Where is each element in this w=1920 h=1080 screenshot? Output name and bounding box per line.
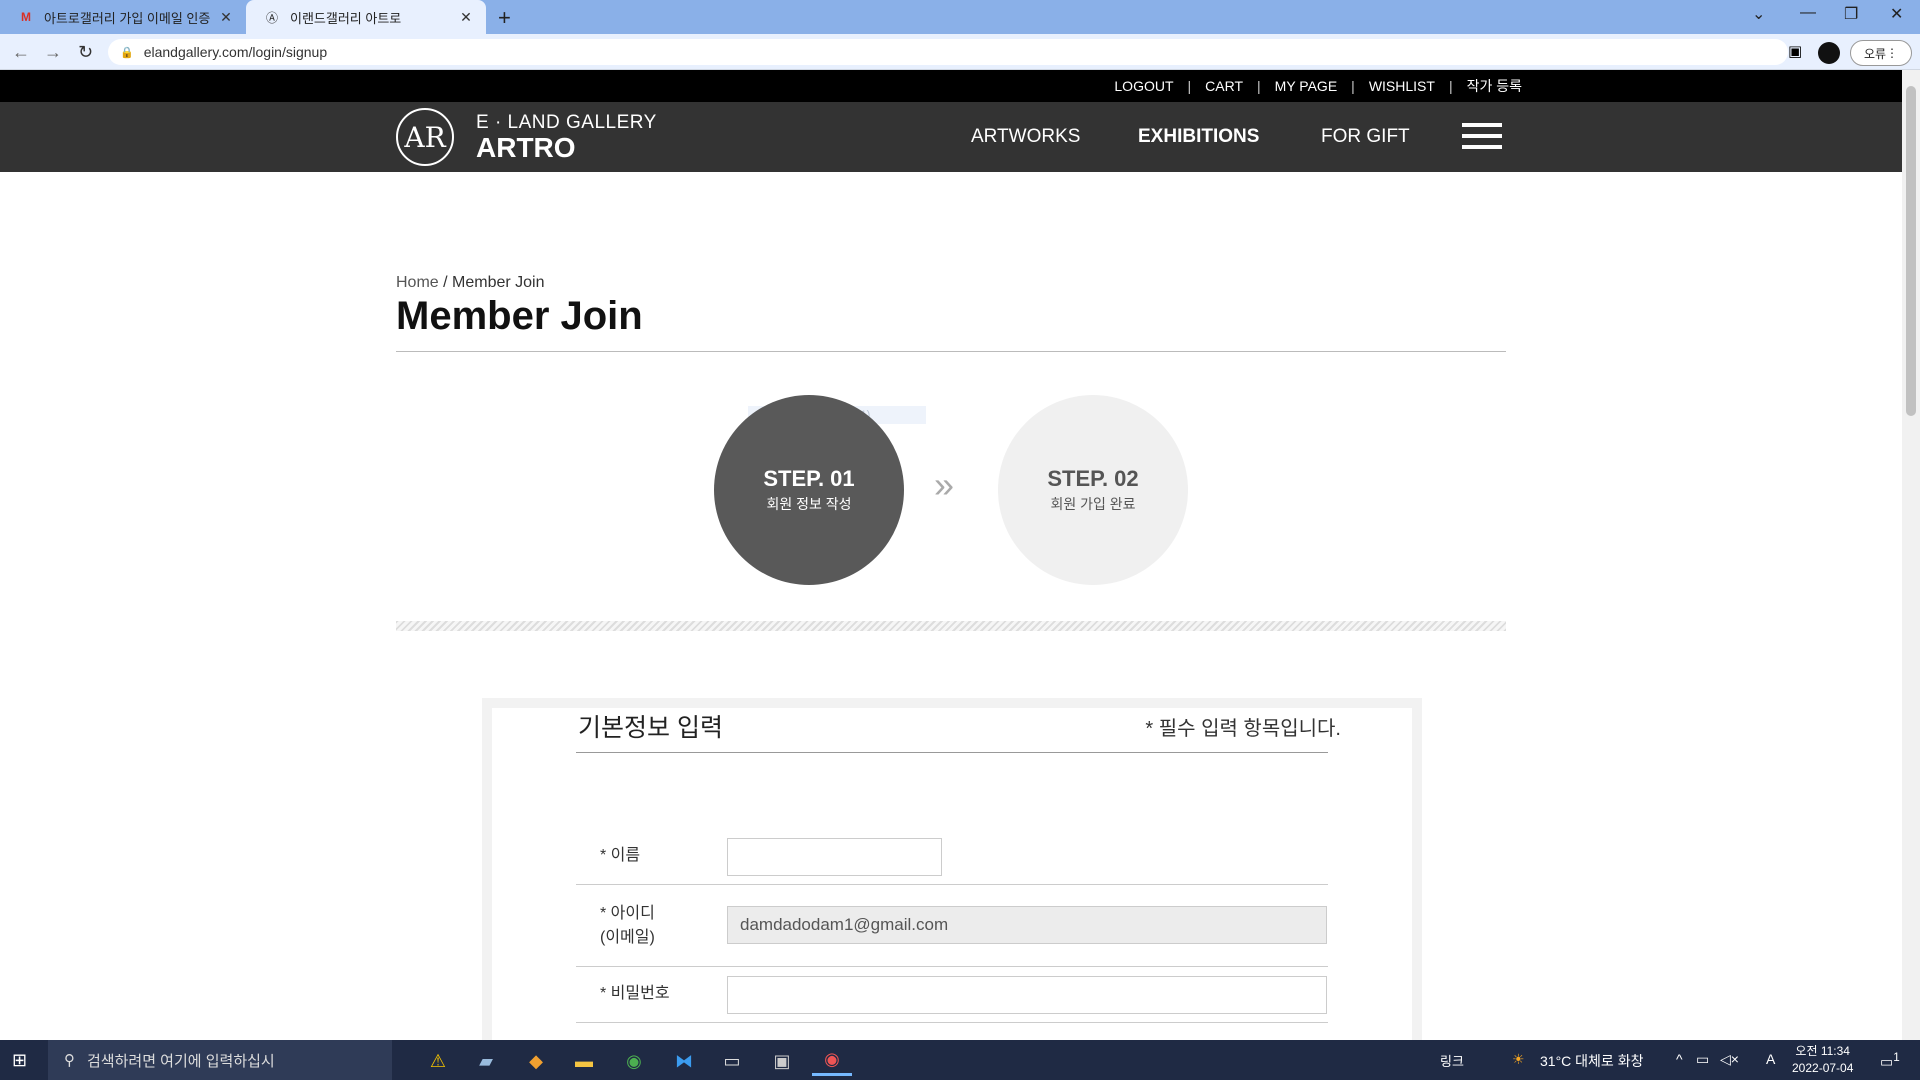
profile-avatar[interactable]: [1818, 42, 1840, 64]
warning-app-icon[interactable]: ⚠: [418, 1046, 458, 1076]
windows-start-icon[interactable]: ⊞: [12, 1050, 27, 1071]
step-number: STEP. 02: [1047, 466, 1139, 491]
divider: |: [1351, 78, 1355, 94]
step-description: 회원 정보 작성: [766, 496, 852, 512]
windows-taskbar: ⊞ ⚲ 검색하려면 여기에 입력하십시 ⚠ ▰ ◆ ▬ ◉ ⧓ ▭ ▣ ◉ 링크…: [0, 1040, 1920, 1080]
clock-time: 오전 11:34: [1795, 1044, 1850, 1058]
url-field[interactable]: 🔒 elandgallery.com/login/signup: [108, 39, 1788, 65]
profile-error-button[interactable]: 오류 ⋮: [1850, 40, 1912, 66]
file-explorer-icon[interactable]: ▬: [564, 1046, 604, 1076]
password-input[interactable]: [727, 976, 1327, 1014]
mypage-link[interactable]: MY PAGE: [1275, 78, 1338, 94]
logo-line2: ARTRO: [476, 132, 576, 163]
volume-muted-icon[interactable]: ◁×: [1720, 1051, 1739, 1068]
tab-artro[interactable]: Ⓐ 이랜드갤러리 아트로 ✕: [246, 0, 486, 34]
tab-title: 아트로갤러리 가입 이메일 인증: [44, 10, 211, 26]
title-divider: [396, 351, 1506, 352]
restore-icon[interactable]: ❐: [1844, 4, 1858, 24]
divider: |: [1448, 78, 1453, 94]
artro-logo-icon: AR: [396, 108, 454, 166]
form-rule: [576, 884, 1328, 885]
artist-register-link[interactable]: 작가 등록: [1467, 76, 1522, 96]
webpage: LOGOUT | CART | MY PAGE | WISHLIST | 작가 …: [0, 70, 1902, 1040]
tab-gmail[interactable]: M 아트로갤러리 가입 이메일 인증 ✕: [0, 0, 246, 34]
close-window-icon[interactable]: ✕: [1890, 4, 1903, 24]
gmail-icon: M: [21, 10, 31, 24]
top-utility-bar: LOGOUT | CART | MY PAGE | WISHLIST | 작가 …: [0, 70, 1902, 102]
taskbar-clock[interactable]: 오전 11:34 2022-07-04: [1792, 1043, 1853, 1077]
divider: |: [1257, 78, 1261, 94]
clock-date: 2022-07-04: [1792, 1061, 1854, 1075]
ime-icon[interactable]: A: [1766, 1051, 1775, 1067]
step-1-circle: STEP. 01 회원 정보 작성: [714, 395, 904, 585]
network-icon[interactable]: ▭: [1696, 1051, 1709, 1068]
step-description: 회원 가입 완료: [1050, 496, 1136, 512]
new-tab-button[interactable]: +: [498, 5, 511, 31]
step-number: STEP. 01: [763, 466, 855, 491]
email-id-field: damdadodam1@gmail.com: [727, 906, 1327, 944]
artro-favicon-icon: Ⓐ: [265, 10, 278, 25]
email-id-label: * 아이디 (이메일): [600, 905, 655, 946]
search-icon: ⚲: [64, 1052, 75, 1069]
hamburger-menu-icon[interactable]: [1462, 123, 1502, 156]
browser-tab-bar: M 아트로갤러리 가입 이메일 인증 ✕ Ⓐ 이랜드갤러리 아트로 ✕ + ⌄ …: [0, 0, 1920, 34]
scrollbar-thumb[interactable]: [1906, 86, 1916, 416]
name-input[interactable]: [727, 838, 942, 876]
weather-sun-icon: ☀: [1512, 1051, 1525, 1067]
forward-icon[interactable]: →: [44, 42, 62, 63]
main-navigation: AR E · LAND GALLERY ARTRO ARTWORKS EXHIB…: [0, 102, 1902, 172]
tab-search-icon[interactable]: ⌄: [1752, 4, 1765, 24]
chrome-app-icon[interactable]: ◉: [614, 1046, 654, 1076]
taskbar-search[interactable]: ⚲ 검색하려면 여기에 입력하십시: [48, 1040, 392, 1080]
tab-title: 이랜드갤러리 아트로: [290, 10, 402, 26]
minimize-icon[interactable]: —: [1800, 4, 1816, 22]
url-text: elandgallery.com/login/signup: [143, 44, 328, 60]
page-title: Member Join: [396, 294, 643, 338]
form-heading: 기본정보 입력: [578, 714, 723, 742]
close-icon[interactable]: ✕: [218, 9, 234, 26]
notification-icon[interactable]: ▭1: [1880, 1051, 1900, 1071]
reload-icon[interactable]: ↻: [78, 42, 93, 63]
menu-artworks[interactable]: ARTWORKS: [971, 126, 1080, 148]
breadcrumb-current: Member Join: [452, 274, 545, 291]
logout-link[interactable]: LOGOUT: [1114, 78, 1173, 94]
divider: |: [1187, 78, 1192, 94]
notepad-app-icon[interactable]: ▰: [466, 1046, 506, 1076]
address-bar-row: ← → ↻ 🔒 elandgallery.com/login/signup: [0, 34, 1920, 70]
close-icon[interactable]: ✕: [458, 9, 474, 26]
form-rule: [576, 966, 1328, 967]
cart-link[interactable]: CART: [1205, 78, 1243, 94]
wishlist-link[interactable]: WISHLIST: [1369, 78, 1435, 94]
menu-for-gift[interactable]: FOR GIFT: [1321, 126, 1410, 148]
form-rule: [576, 1022, 1328, 1023]
profile-error-label: 오류: [1863, 46, 1887, 61]
side-panel-icon[interactable]: ▣: [1788, 42, 1802, 60]
hatched-divider: [396, 621, 1506, 631]
step-2-circle: STEP. 02 회원 가입 완료: [998, 395, 1188, 585]
double-chevron-right-icon: »: [934, 464, 955, 505]
back-icon[interactable]: ←: [12, 42, 30, 63]
chrome-active-app-icon[interactable]: ◉: [812, 1046, 852, 1076]
tray-link-label[interactable]: 링크: [1440, 1051, 1464, 1070]
paint-app-icon[interactable]: ▣: [762, 1046, 802, 1076]
vscode-app-icon[interactable]: ⧓: [664, 1046, 704, 1076]
breadcrumb-separator: /: [438, 274, 453, 291]
menu-exhibitions[interactable]: EXHIBITIONS: [1138, 126, 1259, 148]
name-label: * 이름: [600, 847, 641, 864]
weather-text[interactable]: 31°C 대체로 화창: [1540, 1051, 1643, 1071]
page-scrollbar[interactable]: [1902, 70, 1920, 1040]
required-note: * 필수 입력 항목입니다.: [1145, 718, 1341, 740]
taskbar-search-placeholder: 검색하려면 여기에 입력하십시: [87, 1052, 275, 1070]
lock-icon: 🔒: [120, 46, 134, 59]
breadcrumb: Home / Member Join: [396, 274, 545, 292]
terminal-app-icon[interactable]: ▭: [712, 1046, 752, 1076]
tray-chevron-up-icon[interactable]: ^: [1676, 1051, 1683, 1067]
site-logo[interactable]: AR E · LAND GALLERY ARTRO: [396, 108, 657, 166]
password-label: * 비밀번호: [600, 985, 670, 1002]
notification-count: 1: [1893, 1051, 1900, 1064]
git-app-icon[interactable]: ◆: [516, 1046, 556, 1076]
form-rule: [576, 752, 1328, 753]
breadcrumb-home[interactable]: Home: [396, 274, 439, 291]
logo-line1: E · LAND GALLERY: [476, 112, 657, 133]
